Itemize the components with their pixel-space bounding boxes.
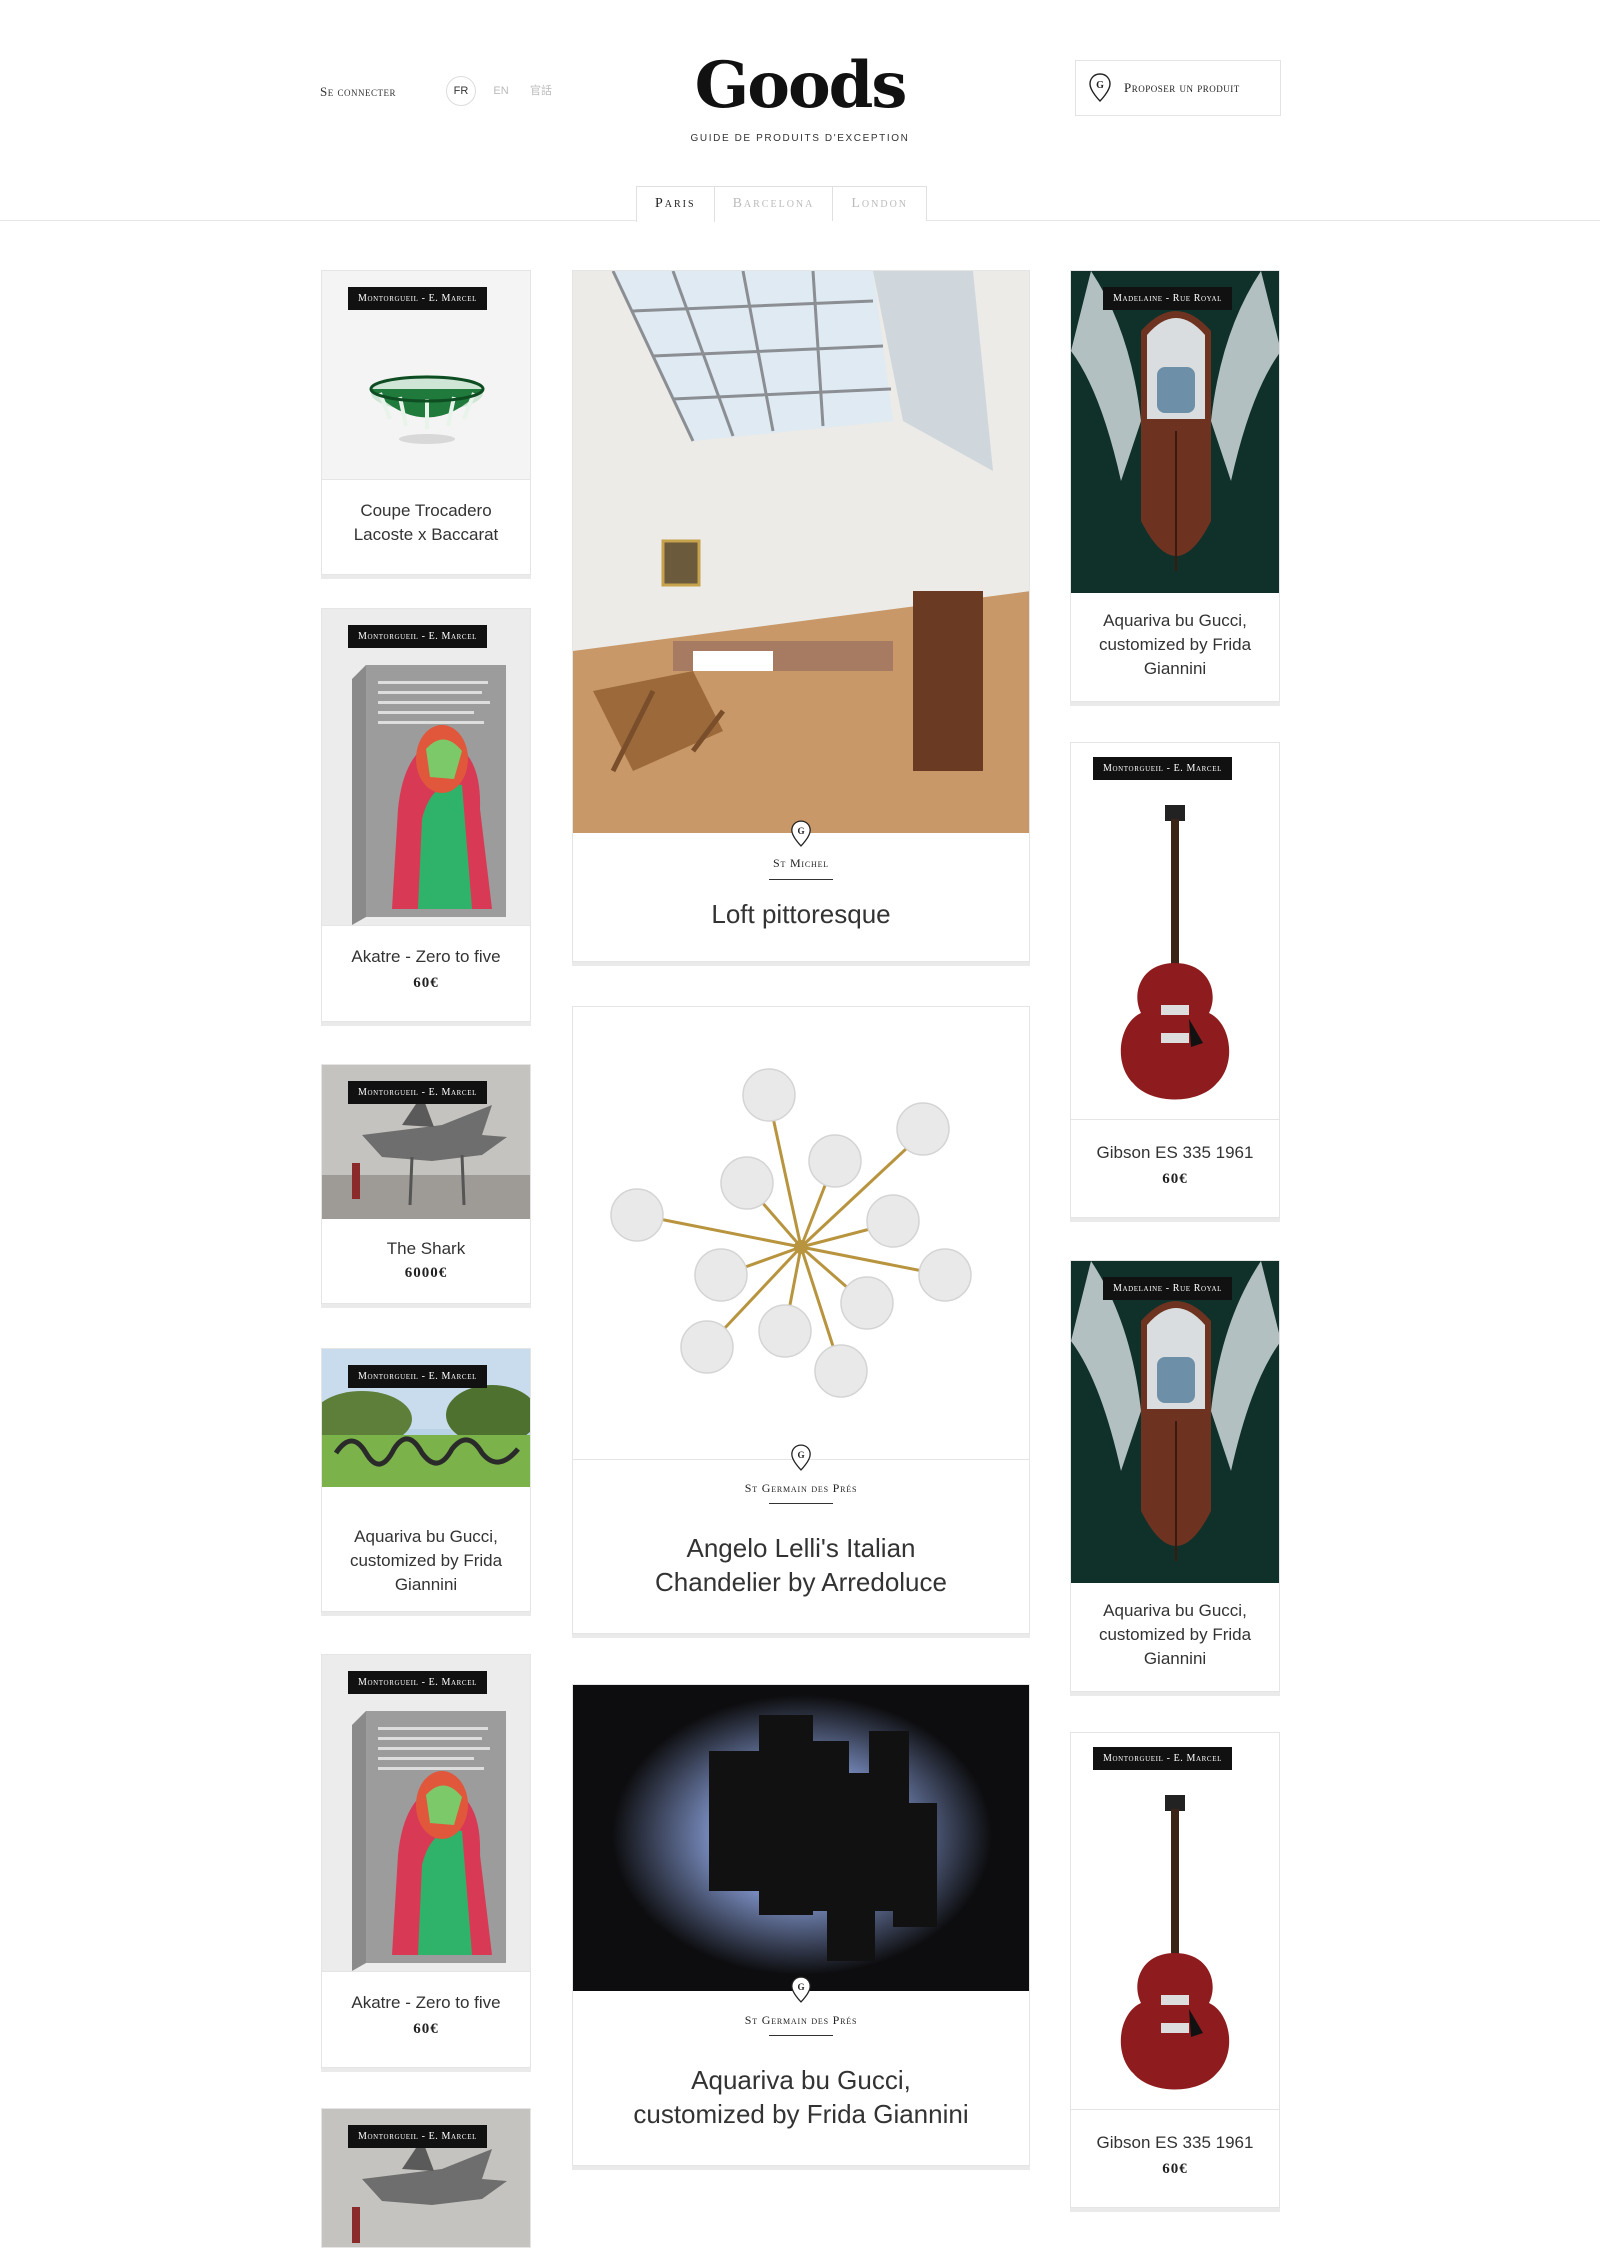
product-card[interactable]: Madelaine - Rue Royal Aquariva bu Gucci,… xyxy=(1070,1260,1280,1692)
location-badge: Montorgueil - E. Marcel xyxy=(348,287,487,310)
product-price: 60€ xyxy=(413,2021,439,2037)
product-image-chandelier xyxy=(573,1007,1029,1460)
propose-product-button[interactable]: G Proposer un produit xyxy=(1075,60,1281,116)
location-divider xyxy=(769,1503,833,1504)
location-pin-icon: G xyxy=(791,820,811,847)
product-title-line: customized by Frida Giannini xyxy=(633,2099,969,2129)
product-card[interactable]: Madelaine - Rue Royal Aquariva bu Gucci,… xyxy=(1070,270,1280,702)
svg-text:G: G xyxy=(1096,80,1104,91)
location-badge: Montorgueil - E. Marcel xyxy=(348,1671,487,1694)
product-title-line: Aquariva bu Gucci, xyxy=(691,2065,911,2095)
location-pin-icon: G xyxy=(791,1976,811,2003)
product-card-large[interactable]: G St Michel Loft pittoresque xyxy=(572,270,1030,962)
svg-text:G: G xyxy=(797,1450,804,1460)
product-image-wall-light xyxy=(573,1685,1029,1991)
product-title: Gibson ES 335 1961 xyxy=(1096,2133,1254,2152)
location-badge: Montorgueil - E. Marcel xyxy=(348,1365,487,1388)
location-label: St Germain des Prés xyxy=(744,1481,858,1495)
svg-text:G: G xyxy=(797,826,804,836)
location-badge: Montorgueil - E. Marcel xyxy=(1093,1747,1232,1770)
product-card[interactable]: Montorgueil - E. Marcel The Shark 6000€ xyxy=(321,1064,531,1304)
product-title: Akatre - Zero to five xyxy=(351,1993,501,2012)
city-tabs: Paris Barcelona London xyxy=(636,186,928,222)
product-image-book xyxy=(322,609,530,926)
product-card-large[interactable]: G St Germain des Prés Angelo Lelli's Ita… xyxy=(572,1006,1030,1634)
product-title-line: Aquariva bu Gucci, xyxy=(354,1527,498,1546)
product-title-line: Angelo Lelli's Italian xyxy=(686,1533,916,1563)
svg-text:G: G xyxy=(797,1982,804,1992)
product-title: Aquariva bu Gucci, customized by Frida G… xyxy=(593,2063,1009,2131)
product-image-boat xyxy=(1071,1261,1279,1583)
product-title: Angelo Lelli's Italian Chandelier by Arr… xyxy=(593,1531,1009,1599)
location-divider xyxy=(769,879,833,880)
tab-london[interactable]: London xyxy=(832,186,928,221)
product-price: 6000€ xyxy=(404,1265,448,1281)
location-badge: Madelaine - Rue Royal xyxy=(1103,287,1233,310)
product-title-line: Giannini xyxy=(1143,1649,1207,1668)
product-image-guitar xyxy=(1071,1733,1279,2110)
product-card[interactable]: Montorgueil - E. Marcel Coupe Trocadero … xyxy=(321,270,531,575)
product-card[interactable]: Montorgueil - E. Marcel Akatre - Zero to… xyxy=(321,608,531,1022)
product-title: Aquariva bu Gucci, customized by Frida G… xyxy=(1081,609,1269,681)
tab-paris[interactable]: Paris xyxy=(636,186,715,222)
product-title-line: Giannini xyxy=(1143,659,1207,678)
product-title: Aquariva bu Gucci, customized by Frida G… xyxy=(1081,1599,1269,1671)
location-pin-icon: G xyxy=(1089,73,1111,102)
product-title-line: Lacoste x Baccarat xyxy=(353,525,499,544)
product-image-guitar xyxy=(1071,743,1279,1120)
product-title-line: Aquariva bu Gucci, xyxy=(1103,611,1247,630)
site-logo[interactable]: Goods xyxy=(0,48,1600,123)
product-card[interactable]: Montorgueil - E. Marcel Aquariva bu Gucc… xyxy=(321,1348,531,1612)
site-header: Se connecter FR EN 官話 Goods GUIDE DE PRO… xyxy=(0,0,1600,222)
location-label: St Germain des Prés xyxy=(744,2013,858,2027)
location-badge: Montorgueil - E. Marcel xyxy=(348,625,487,648)
product-title-line: Aquariva bu Gucci, xyxy=(1103,1601,1247,1620)
product-title-line: customized by Frida xyxy=(1098,1625,1252,1644)
product-title: Loft pittoresque xyxy=(711,899,891,929)
product-title: The Shark xyxy=(386,1239,466,1258)
product-image-loft xyxy=(573,271,1029,833)
product-card-large[interactable]: G St Germain des Prés Aquariva bu Gucci,… xyxy=(572,1684,1030,2166)
location-badge: Montorgueil - E. Marcel xyxy=(348,2125,487,2148)
product-card[interactable]: Montorgueil - E. Marcel xyxy=(321,2108,531,2248)
product-title: Aquariva bu Gucci, customized by Frida G… xyxy=(332,1525,520,1597)
product-title: Coupe Trocadero Lacoste x Baccarat xyxy=(332,499,520,547)
product-title-line: customized by Frida xyxy=(349,1551,503,1570)
product-title-line: Chandelier by Arredoluce xyxy=(655,1567,947,1597)
location-badge: Madelaine - Rue Royal xyxy=(1103,1277,1233,1300)
product-card[interactable]: Montorgueil - E. Marcel Gibson ES 335 19… xyxy=(1070,1732,1280,2208)
propose-product-label: Proposer un produit xyxy=(1124,80,1240,95)
product-card[interactable]: Montorgueil - E. Marcel Akatre - Zero to… xyxy=(321,1654,531,2068)
product-price: 60€ xyxy=(1162,1171,1188,1187)
location-label: St Michel xyxy=(773,856,829,870)
product-image-book xyxy=(322,1655,530,1972)
product-title: Akatre - Zero to five xyxy=(351,947,501,966)
product-price: 60€ xyxy=(413,975,439,991)
location-badge: Montorgueil - E. Marcel xyxy=(348,1081,487,1104)
product-title-line: Giannini xyxy=(394,1575,458,1594)
product-title: Gibson ES 335 1961 xyxy=(1096,1143,1254,1162)
location-divider xyxy=(769,2035,833,2036)
product-image-boat xyxy=(1071,271,1279,593)
product-price: 60€ xyxy=(1162,2161,1188,2177)
product-card[interactable]: Montorgueil - E. Marcel Gibson ES 335 19… xyxy=(1070,742,1280,1218)
location-badge: Montorgueil - E. Marcel xyxy=(1093,757,1232,780)
site-tagline: GUIDE DE PRODUITS D'EXCEPTION xyxy=(690,133,910,144)
location-pin-icon: G xyxy=(791,1444,811,1471)
tab-barcelona[interactable]: Barcelona xyxy=(713,186,834,221)
product-title-line: customized by Frida xyxy=(1098,635,1252,654)
product-title-line: Coupe Trocadero xyxy=(360,501,492,520)
